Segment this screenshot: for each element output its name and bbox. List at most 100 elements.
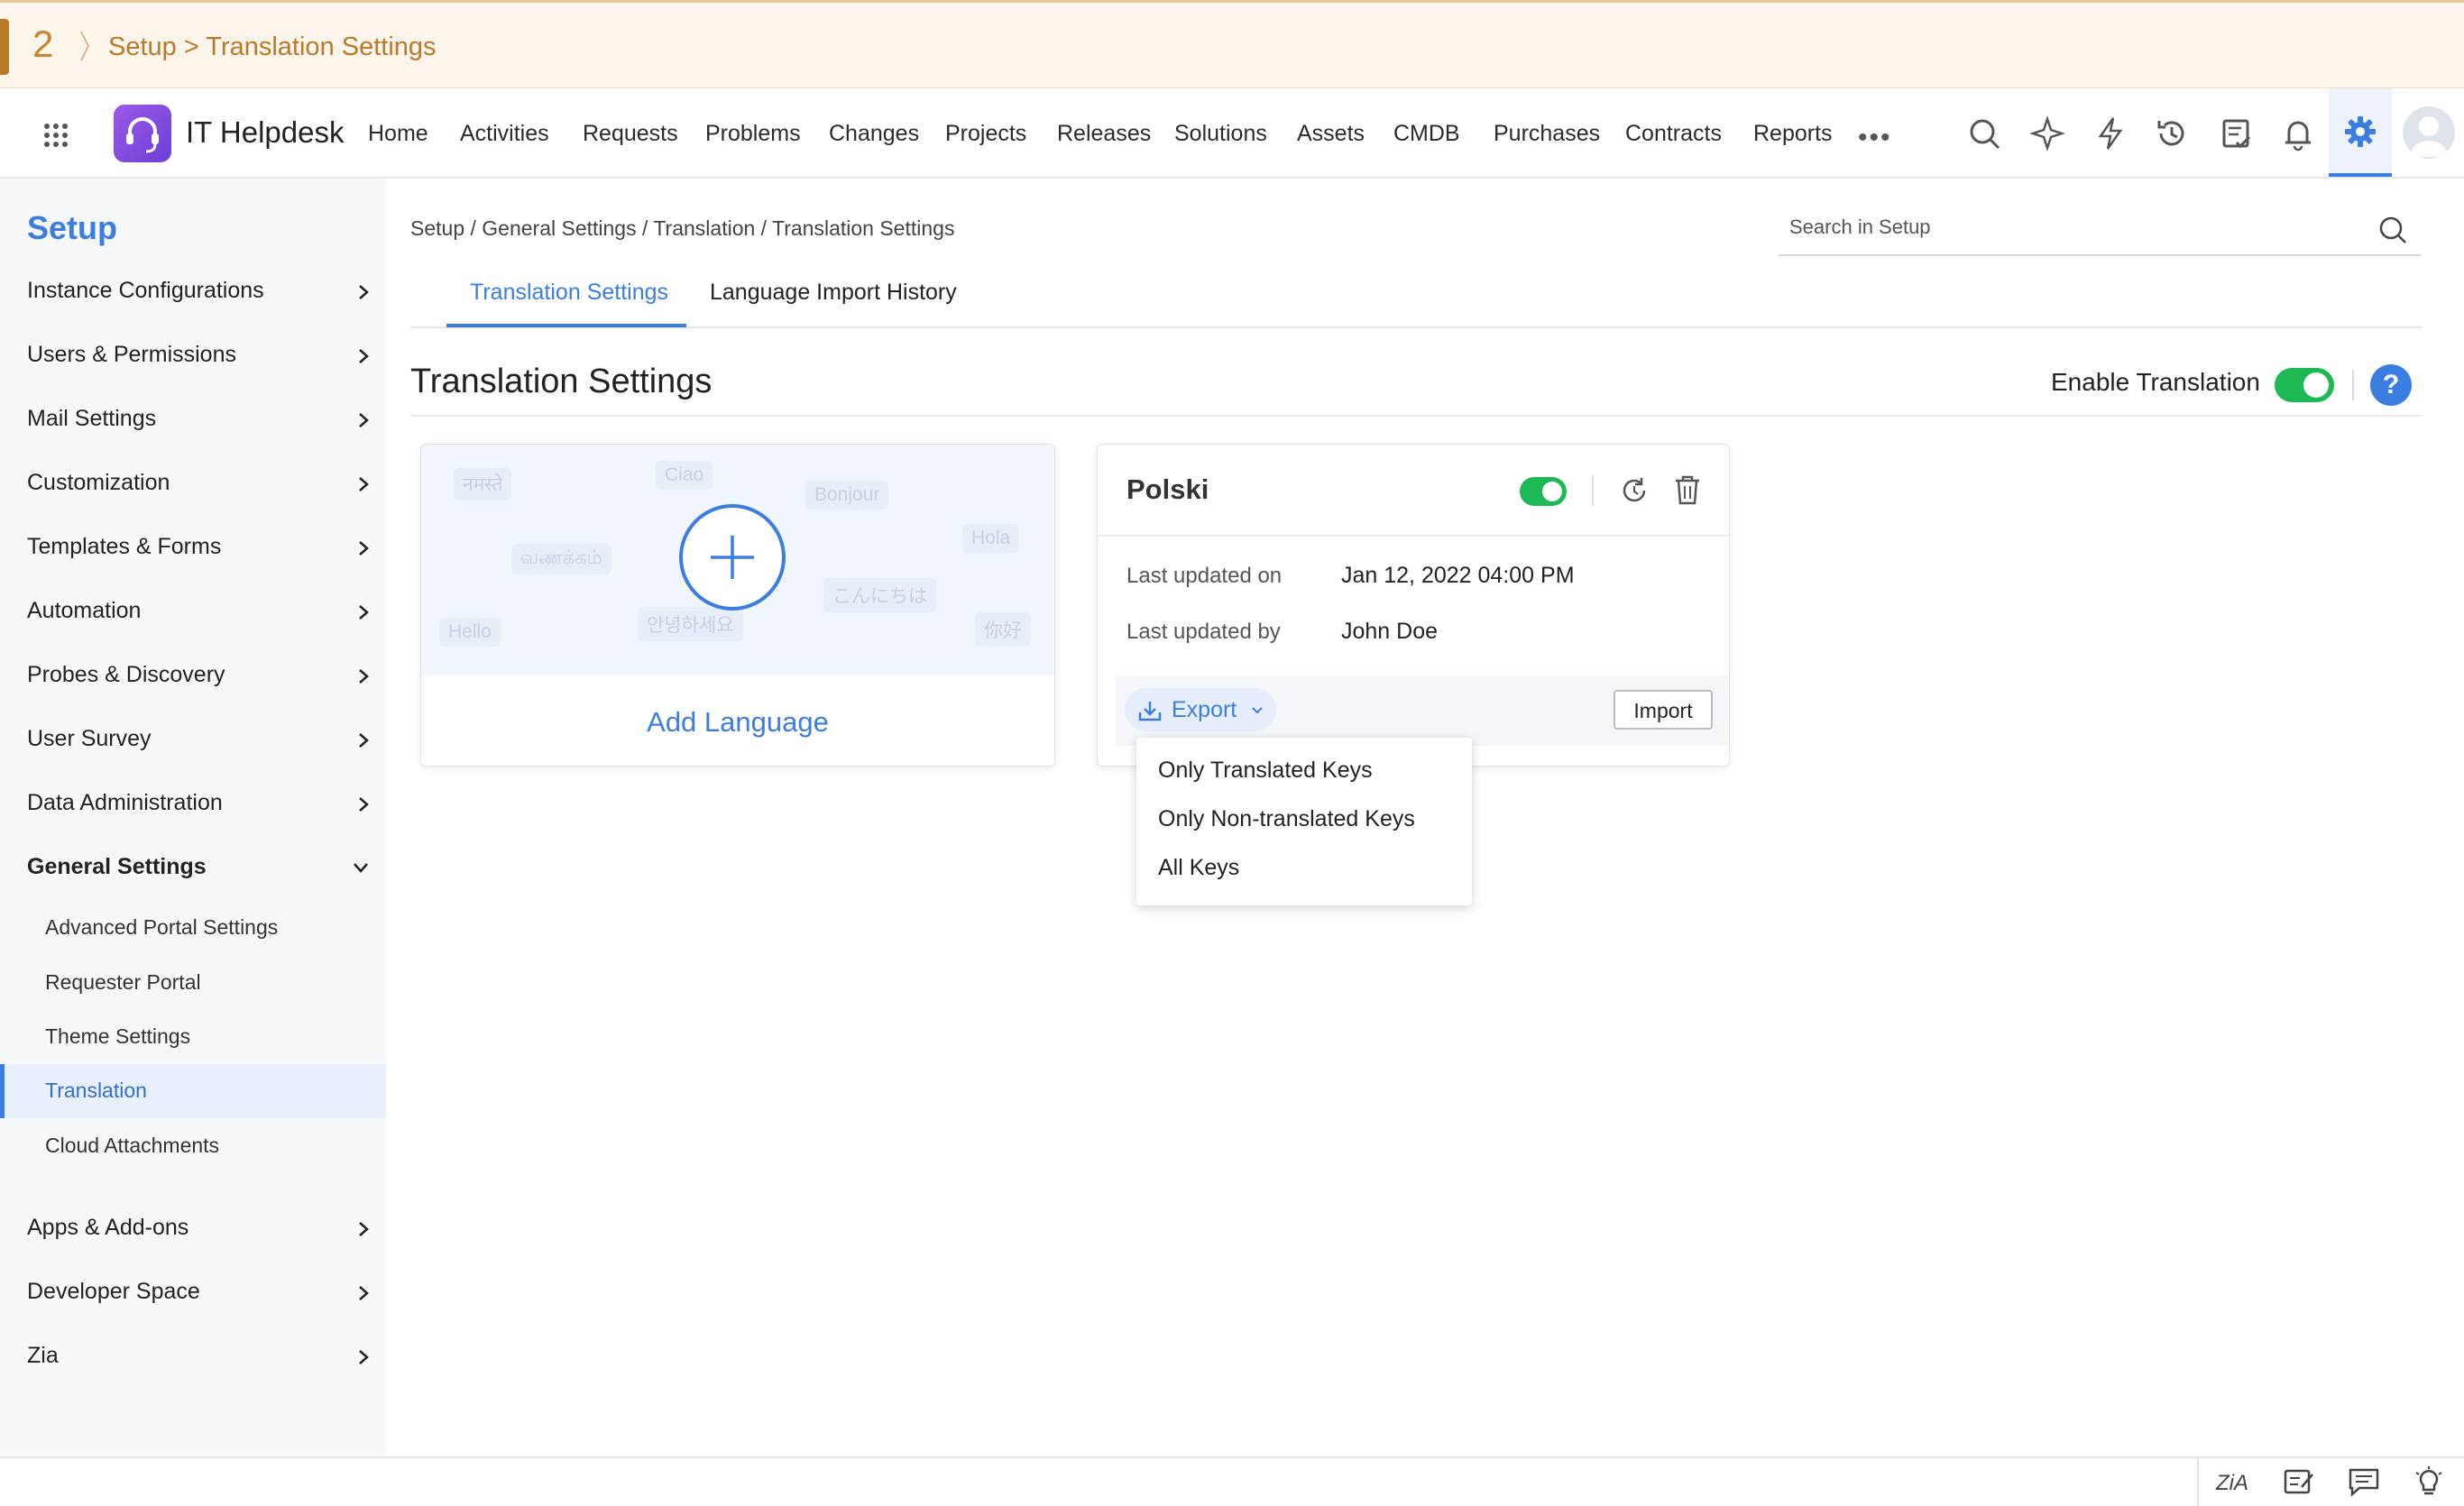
sidebar-item-label: Instance Configurations (27, 278, 264, 303)
plus-icon (711, 536, 754, 579)
notifications-bell-icon[interactable] (2280, 115, 2316, 152)
nav-assets[interactable]: Assets (1297, 121, 1365, 147)
nav-purchases[interactable]: Purchases (1494, 121, 1600, 147)
tab-language-import-history[interactable]: Language Import History (710, 280, 957, 306)
sidebar-item-label: User Survey (27, 726, 152, 751)
chevron-right-icon (359, 1222, 369, 1236)
chevron-right-icon (359, 541, 369, 556)
sidebar-item-label: Templates & Forms (27, 534, 222, 559)
nav-releases[interactable]: Releases (1057, 121, 1151, 147)
export-option-all-keys[interactable]: All Keys (1158, 855, 1239, 881)
trash-icon[interactable] (1673, 473, 1702, 506)
brand-name: IT Helpdesk (186, 115, 345, 149)
setup-sidebar: Setup Instance Configurations Users & Pe… (0, 179, 386, 1456)
lightning-icon[interactable] (2092, 115, 2128, 152)
nav-contracts[interactable]: Contracts (1625, 121, 1722, 147)
chat-icon[interactable] (2347, 1465, 2381, 1498)
greeting-word: Hola (962, 524, 1020, 553)
export-dropdown-menu: Only Translated Keys Only Non-translated… (1136, 738, 1472, 905)
add-language-plus-button[interactable] (679, 504, 786, 611)
enable-translation-label: Enable Translation (2051, 368, 2260, 396)
language-actions-bar: Export Import (1116, 675, 1729, 746)
task-list-icon[interactable] (2219, 115, 2255, 152)
helpdesk-logo-icon[interactable] (114, 105, 171, 162)
chevron-right-icon (359, 285, 369, 299)
top-navbar: IT Helpdesk Home Activities Requests Pro… (0, 88, 2464, 179)
nav-changes[interactable]: Changes (829, 121, 919, 147)
add-language-link[interactable]: Add Language (421, 706, 1054, 739)
import-button[interactable]: Import (1614, 690, 1713, 730)
sidebar-item-automation[interactable]: Automation (27, 585, 379, 639)
notes-icon[interactable] (2282, 1465, 2316, 1498)
nav-home[interactable]: Home (368, 121, 428, 147)
sidebar-subitem-translation[interactable]: Translation (45, 1066, 379, 1116)
sidebar-subitem-advanced-portal-settings[interactable]: Advanced Portal Settings (45, 903, 379, 953)
export-label: Export (1172, 697, 1237, 722)
chevron-down-icon (1252, 707, 1263, 714)
zia-icon[interactable]: ZiA (2215, 1465, 2249, 1498)
export-option-translated-keys[interactable]: Only Translated Keys (1158, 758, 1373, 784)
banner-accent (0, 19, 9, 75)
greeting-word: Ciao (656, 461, 713, 490)
sidebar-item-label: Mail Settings (27, 406, 157, 431)
nav-more-icon[interactable]: ••• (1858, 123, 1892, 153)
tab-translation-settings[interactable]: Translation Settings (470, 280, 668, 306)
language-name: Polski (1126, 473, 1209, 505)
sidebar-item-mail-settings[interactable]: Mail Settings (27, 393, 379, 447)
nav-requests[interactable]: Requests (583, 121, 678, 147)
sidebar-subitem-label: Translation (45, 1079, 147, 1102)
sidebar-item-apps-addons[interactable]: Apps & Add-ons (27, 1202, 379, 1256)
chevron-right-icon (359, 349, 369, 363)
sidebar-item-developer-space[interactable]: Developer Space (27, 1266, 379, 1320)
sparkle-icon[interactable] (2029, 115, 2065, 152)
nav-activities[interactable]: Activities (460, 121, 549, 147)
settings-tab-active[interactable] (2329, 88, 2392, 177)
export-button[interactable]: Export (1125, 688, 1276, 731)
last-updated-on-value: Jan 12, 2022 04:00 PM (1341, 563, 1575, 588)
sidebar-item-label: Developer Space (27, 1279, 200, 1304)
greeting-word: こんにちは (823, 578, 936, 612)
nav-solutions[interactable]: Solutions (1174, 121, 1267, 147)
sidebar-item-users-permissions[interactable]: Users & Permissions (27, 329, 379, 383)
chevron-right-icon (359, 413, 369, 427)
greeting-word: Bonjour (805, 481, 889, 510)
setup-search-input[interactable] (1788, 215, 2350, 240)
enable-translation-toggle[interactable] (2275, 368, 2334, 402)
sidebar-subitem-cloud-attachments[interactable]: Cloud Attachments (45, 1121, 379, 1171)
search-icon[interactable] (1966, 115, 2002, 152)
refresh-icon[interactable] (1619, 475, 1650, 506)
nav-cmdb[interactable]: CMDB (1393, 121, 1460, 147)
sidebar-item-general-settings[interactable]: General Settings (27, 841, 379, 895)
sidebar-item-user-survey[interactable]: User Survey (27, 713, 379, 767)
export-option-non-translated-keys[interactable]: Only Non-translated Keys (1158, 806, 1415, 832)
sidebar-item-instance-configurations[interactable]: Instance Configurations (27, 265, 379, 319)
card-divider (1098, 535, 1729, 537)
greeting-word: வணக்கம் (511, 544, 611, 574)
sidebar-item-customization[interactable]: Customization (27, 457, 379, 511)
sidebar-subitem-requester-portal[interactable]: Requester Portal (45, 958, 379, 1008)
add-language-illustration: नमस्ते Ciao Bonjour Hola வணக்கம் こんにちは 안… (421, 445, 1054, 675)
sidebar-item-templates-forms[interactable]: Templates & Forms (27, 521, 379, 575)
history-icon[interactable] (2154, 115, 2190, 152)
lightbulb-icon[interactable] (2412, 1465, 2446, 1498)
sidebar-subitem-label: Theme Settings (45, 1024, 191, 1048)
user-avatar[interactable] (2403, 106, 2455, 159)
walkthrough-banner: 2 Setup > Translation Settings (0, 0, 2464, 88)
sidebar-subitem-theme-settings[interactable]: Theme Settings (45, 1012, 379, 1062)
help-button[interactable]: ? (2370, 364, 2412, 406)
chevron-right-icon (359, 1286, 369, 1300)
breadcrumb[interactable]: Setup / General Settings / Translation /… (410, 216, 954, 241)
search-icon[interactable] (2377, 215, 2408, 245)
chevron-right-icon (359, 733, 369, 748)
nav-reports[interactable]: Reports (1753, 121, 1833, 147)
banner-step-number: 2 (32, 23, 54, 65)
sidebar-item-data-administration[interactable]: Data Administration (27, 777, 379, 831)
add-language-card[interactable]: नमस्ते Ciao Bonjour Hola வணக்கம் こんにちは 안… (420, 444, 1055, 767)
sidebar-item-zia[interactable]: Zia (27, 1330, 379, 1384)
app-grid-icon[interactable] (43, 123, 69, 148)
nav-projects[interactable]: Projects (945, 121, 1026, 147)
sidebar-item-probes-discovery[interactable]: Probes & Discovery (27, 649, 379, 703)
sidebar-item-label: Apps & Add-ons (27, 1215, 189, 1240)
language-enable-toggle[interactable] (1520, 477, 1567, 506)
nav-problems[interactable]: Problems (705, 121, 801, 147)
